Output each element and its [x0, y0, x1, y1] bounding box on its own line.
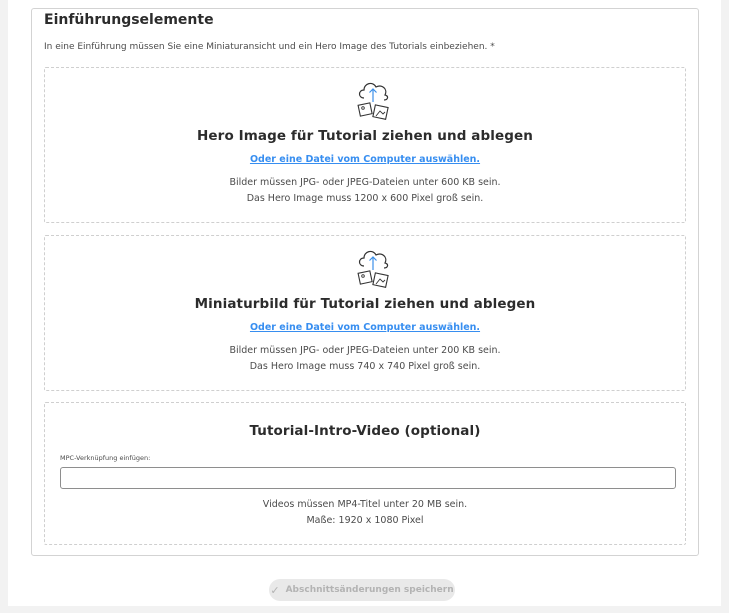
- thumbnail-requirements: Bilder müssen JPG- oder JPEG-Dateien unt…: [45, 343, 685, 375]
- hero-image-dropzone[interactable]: Hero Image für Tutorial ziehen und ableg…: [44, 67, 686, 223]
- save-section-button[interactable]: ✓ Abschnittsänderungen speichern: [269, 579, 455, 601]
- video-requirement-size: Videos müssen MP4-Titel unter 20 MB sein…: [262, 499, 468, 510]
- video-requirements: Videos müssen MP4-Titel unter 20 MB sein…: [45, 497, 685, 529]
- thumbnail-requirement-dimensions: Das Hero Image muss 740 x 740 Pixel groß…: [249, 361, 481, 372]
- thumbnail-choose-file-link[interactable]: Oder eine Datei vom Computer auswählen.: [45, 322, 685, 333]
- page: Einführungselemente In eine Einführung m…: [8, 0, 721, 606]
- intro-video-section: Tutorial-Intro-Video (optional) MPC-Verk…: [44, 402, 686, 545]
- video-requirement-dimensions: Maße: 1920 x 1080 Pixel: [306, 515, 424, 526]
- cloud-upload-icon: [357, 82, 389, 120]
- thumbnail-dropzone[interactable]: Miniaturbild für Tutorial ziehen und abl…: [44, 235, 686, 391]
- video-section-heading: Tutorial-Intro-Video (optional): [249, 423, 481, 439]
- section-description: In eine Einführung müssen Sie eine Minia…: [44, 42, 495, 52]
- intro-elements-card: Einführungselemente In eine Einführung m…: [31, 8, 699, 556]
- mpc-link-input[interactable]: [60, 467, 676, 489]
- hero-requirements: Bilder müssen JPG- oder JPEG-Dateien unt…: [45, 175, 685, 207]
- cloud-upload-icon: [357, 250, 389, 288]
- save-section-label: Abschnittsänderungen speichern: [285, 585, 454, 595]
- hero-requirement-size: Bilder müssen JPG- oder JPEG-Dateien unt…: [229, 177, 501, 188]
- hero-choose-file-link[interactable]: Oder eine Datei vom Computer auswählen.: [45, 154, 685, 165]
- hero-dropzone-heading: Hero Image für Tutorial ziehen und ableg…: [197, 128, 533, 144]
- mpc-link-label: MPC-Verknüpfung einfügen:: [60, 454, 151, 462]
- section-title: Einführungselemente: [44, 12, 214, 28]
- hero-requirement-dimensions: Das Hero Image muss 1200 x 600 Pixel gro…: [246, 193, 484, 204]
- thumbnail-dropzone-heading: Miniaturbild für Tutorial ziehen und abl…: [194, 296, 536, 312]
- checkmark-icon: ✓: [270, 583, 280, 597]
- thumbnail-requirement-size: Bilder müssen JPG- oder JPEG-Dateien unt…: [229, 345, 501, 356]
